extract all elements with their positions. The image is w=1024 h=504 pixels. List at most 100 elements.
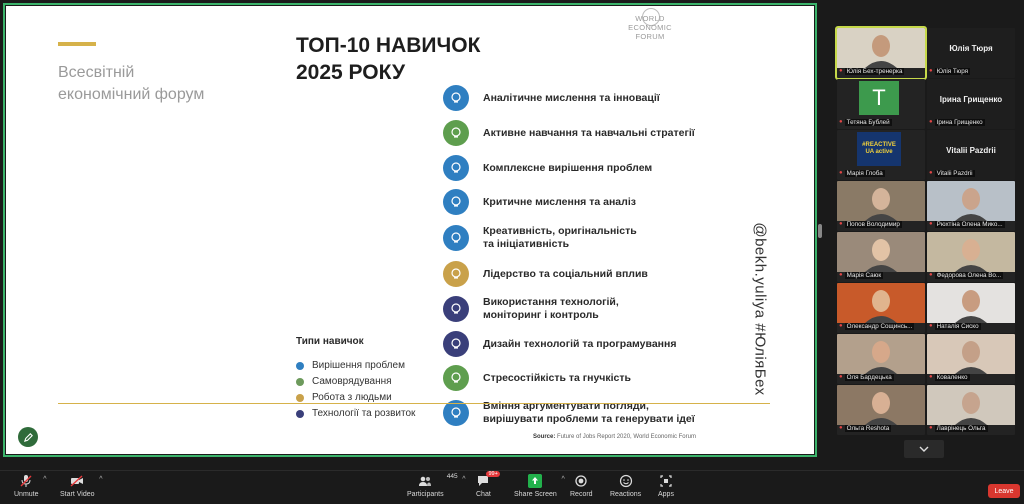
skill-label: Лідерство та соціальний вплив	[483, 267, 648, 280]
participant-name-tag: ● Федорова Олена Во...	[929, 270, 1013, 280]
legend-dot-icon	[296, 393, 304, 402]
meeting-toolbar: Unmute ^ Start Video ^ Participants 445 …	[0, 470, 1024, 504]
unmute-options-caret[interactable]: ^	[43, 476, 46, 483]
skill-item: Креативність, оригінальність та ініціати…	[443, 224, 743, 252]
participant-tile[interactable]: ● Попов Володимир	[837, 181, 925, 231]
participant-tile[interactable]: Ірина Грищенко ● Ірина Грищенко	[927, 79, 1015, 129]
participant-name-tag: ● Марія Саюк	[839, 270, 923, 280]
participant-video	[927, 232, 1015, 272]
participant-tile[interactable]: ● Наталія Сиско	[927, 283, 1015, 333]
participant-name: Оля Бардецька	[844, 373, 894, 381]
shared-screen-area: Всесвітній економічний форум WORLD ECONO…	[0, 0, 818, 460]
mic-muted-icon: ●	[929, 425, 933, 431]
mic-muted-icon: ●	[929, 323, 933, 329]
lightbulb-head-icon	[443, 225, 469, 251]
participant-video	[927, 283, 1015, 323]
skill-type-item: Вирішення проблем	[296, 360, 405, 371]
participant-name-tag: ● Ірина Грищенко	[929, 117, 1013, 127]
participant-tile[interactable]: T ● Тетяна Бублей	[837, 79, 925, 129]
participant-display-name: Юлія Тюря	[949, 44, 993, 53]
participant-tile[interactable]: ● Юлія Бех-тренерка	[835, 26, 927, 80]
skill-item: Активне навчання та навчальні стратегії	[443, 119, 743, 147]
participant-tile[interactable]: ● Ольга Reshota	[837, 385, 925, 435]
legend-dot-icon	[296, 409, 304, 418]
participant-tile[interactable]: ● Рюхтіна Олена Мико...	[927, 181, 1015, 231]
share-screen-label: Share Screen	[514, 491, 557, 498]
flex-icon	[443, 365, 469, 391]
participants-button[interactable]: Participants 445 ^	[407, 473, 466, 498]
presentation-slide: Всесвітній економічний форум WORLD ECONO…	[6, 6, 814, 454]
chat-button[interactable]: Chat 99+	[476, 471, 500, 498]
head-icon	[443, 189, 469, 215]
splitter-handle[interactable]	[818, 224, 822, 238]
participant-name: Рюхтіна Олена Мико...	[934, 220, 1005, 228]
participant-tile[interactable]: ● Федорова Олена Во...	[927, 232, 1015, 282]
participant-video	[927, 181, 1015, 221]
puzzle-icon	[443, 155, 469, 181]
annotate-pen-button[interactable]	[18, 427, 38, 447]
mic-muted-icon: ●	[839, 374, 843, 380]
skill-type-label: Вирішення проблем	[312, 360, 405, 371]
unmute-button[interactable]: Unmute ^	[14, 474, 47, 498]
video-off-icon	[70, 475, 84, 487]
gold-accent-bar	[58, 42, 96, 46]
participants-options-caret[interactable]: ^	[462, 476, 465, 483]
video-options-caret[interactable]: ^	[99, 476, 102, 483]
code-icon	[443, 331, 469, 357]
mic-muted-icon: ●	[839, 68, 843, 74]
start-video-button[interactable]: Start Video ^	[60, 474, 103, 498]
participant-tile[interactable]: #REACTIVE UA active ● Марія Глоба	[837, 130, 925, 180]
record-label: Record	[570, 491, 593, 498]
participant-name-tag: ● Тетяна Бублей	[839, 117, 923, 127]
chat-label: Chat	[476, 491, 491, 498]
participant-name: Марія Глоба	[844, 169, 885, 177]
reactions-button[interactable]: Reactions	[610, 474, 641, 498]
skill-item: Лідерство та соціальний вплив	[443, 260, 743, 288]
participant-tile[interactable]: ● Оля Бардецька	[837, 334, 925, 384]
participant-name: Федорова Олена Во...	[934, 271, 1004, 279]
source-note: Source: Future of Jobs Report 2020, Worl…	[533, 434, 696, 440]
skill-item: Стресостійкість та гнучкість	[443, 364, 743, 392]
participant-name: Коваленко	[934, 373, 970, 381]
participant-name: Попов Володимир	[844, 220, 902, 228]
mic-muted-icon: ●	[929, 272, 933, 278]
participant-tile[interactable]: ● Коваленко	[927, 334, 1015, 384]
record-button[interactable]: Record	[570, 474, 593, 498]
mic-muted-icon: ●	[929, 170, 933, 176]
chat-unread-badge: 99+	[486, 471, 500, 477]
participant-tile[interactable]: ● Лаврінець Ольга	[927, 385, 1015, 435]
share-screen-button[interactable]: Share Screen ^	[514, 474, 565, 498]
participant-video	[837, 28, 925, 68]
chevron-down-icon	[919, 446, 929, 452]
legend-dot-icon	[296, 361, 304, 370]
participant-name: Ірина Грищенко	[934, 118, 985, 126]
apps-button[interactable]: Apps	[658, 474, 674, 498]
skill-type-label: Технології та розвиток	[312, 408, 416, 419]
source-label: Source:	[533, 434, 556, 440]
watermark-handle: @bekh.yuliya #ЮліяБех	[744, 214, 776, 404]
share-options-caret[interactable]: ^	[562, 476, 565, 483]
gallery-next-page-button[interactable]	[904, 440, 944, 458]
participant-avatar: T	[859, 81, 899, 115]
participant-name-tag: ● Коваленко	[929, 372, 1013, 382]
skill-type-item: Самоврядування	[296, 376, 392, 387]
mic-muted-icon: ●	[839, 323, 843, 329]
participant-video	[927, 334, 1015, 374]
participant-video	[837, 334, 925, 374]
participant-tile[interactable]: Vitalii Pazdrii ● Vitalii Pazdrii	[927, 130, 1015, 180]
participant-tile[interactable]: ● Олександр Сощинсь...	[837, 283, 925, 333]
participant-banner-image: #REACTIVE UA active	[857, 132, 901, 166]
participant-tile[interactable]: ● Марія Саюк	[837, 232, 925, 282]
participant-tile[interactable]: Юлія Тюря ● Юлія Тюря	[927, 28, 1015, 78]
participant-name-tag: ● Наталія Сиско	[929, 321, 1013, 331]
apps-icon	[660, 475, 672, 487]
leave-button[interactable]: Leave	[988, 484, 1020, 498]
participant-name-tag: ● Юлія Бех-тренерка	[839, 66, 923, 76]
mic-muted-icon: ●	[839, 272, 843, 278]
mic-muted-icon: ●	[929, 68, 933, 74]
skill-label: Стресостійкість та гнучкість	[483, 371, 631, 384]
slide-main-title: ТОП-10 НАВИЧОК 2025 РОКУ	[296, 34, 481, 84]
skill-item: Аналітичне мислення та інновації	[443, 84, 743, 112]
skill-type-item: Технології та розвиток	[296, 408, 415, 419]
participant-name: Марія Саюк	[844, 271, 884, 279]
